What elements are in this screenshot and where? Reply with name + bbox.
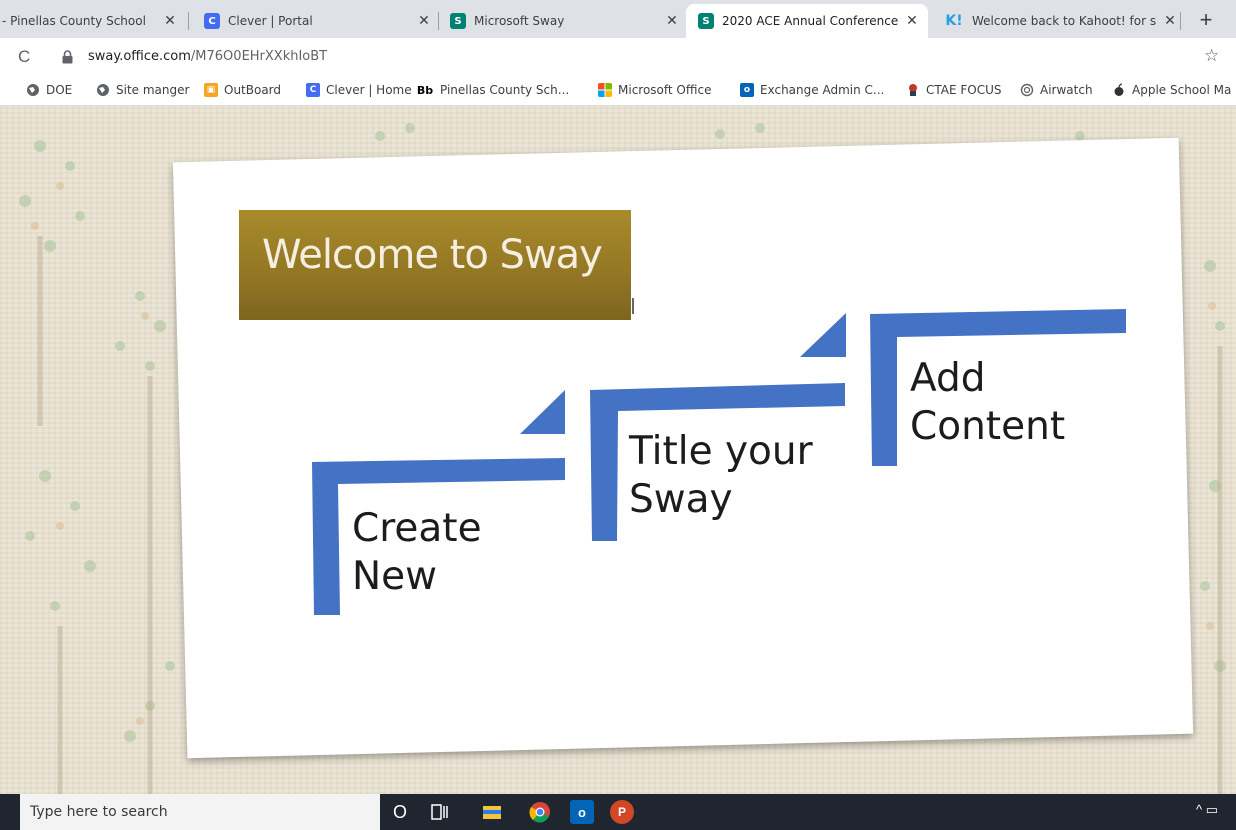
slide-title[interactable]: Welcome to Sway — [262, 232, 603, 278]
tab-separator — [1180, 12, 1181, 30]
file-explorer-icon[interactable] — [480, 800, 504, 824]
bookmark-apple-school[interactable]: Apple School Ma — [1112, 83, 1231, 97]
kahoot-icon: K! — [945, 13, 963, 29]
bookmark-clever-home[interactable]: C Clever | Home — [306, 83, 412, 97]
browser-tab-strip: - Pinellas County School ✕ C Clever | Po… — [0, 0, 1236, 38]
url-host: sway.office.com — [88, 49, 191, 64]
bookmark-exchange-admin[interactable]: o Exchange Admin C... — [740, 83, 884, 97]
step2-line1: Title your — [629, 429, 813, 474]
browser-toolbar: C sway.office.com/M76O0EHrXXkhIoBT ☆ — [0, 38, 1236, 78]
sway-icon: S — [450, 13, 466, 29]
tab-clever-portal[interactable]: C Clever | Portal ✕ — [196, 4, 432, 38]
powerpoint-icon[interactable]: P — [610, 800, 634, 824]
network-icon[interactable]: ▭ — [1206, 802, 1218, 817]
tab-title: Clever | Portal — [228, 14, 313, 28]
step1-line2: New — [352, 554, 438, 599]
tab-kahoot[interactable]: K! Welcome back to Kahoot! for s ✕ — [936, 4, 1178, 38]
tab-title: - Pinellas County School — [2, 14, 146, 28]
bookmark-ctae-focus[interactable]: CTAE FOCUS — [906, 83, 1002, 97]
microsoft-icon — [598, 83, 612, 97]
tab-separator — [438, 12, 439, 30]
bookmark-label: DOE — [46, 83, 73, 97]
bookmark-label: Exchange Admin C... — [760, 83, 885, 97]
focus-icon — [909, 84, 917, 96]
apple-icon — [1114, 83, 1124, 96]
chrome-icon[interactable] — [528, 800, 552, 824]
cortana-icon[interactable]: O — [388, 800, 412, 824]
step1-label: Create New — [352, 505, 482, 601]
tab-microsoft-sway[interactable]: S Microsoft Sway ✕ — [442, 4, 680, 38]
outboard-icon: ▣ — [204, 83, 218, 97]
blackboard-icon: Bb — [416, 83, 434, 97]
bookmark-label: Apple School Ma — [1132, 83, 1232, 97]
clever-icon: C — [204, 13, 220, 29]
close-icon[interactable]: ✕ — [1162, 13, 1178, 29]
lock-icon — [62, 50, 73, 64]
globe-icon — [97, 84, 109, 96]
tab-ace-conference[interactable]: S 2020 ACE Annual Conference ✕ — [686, 4, 928, 38]
tab-title: Welcome back to Kahoot! for s — [972, 14, 1157, 28]
url-path: /M76O0EHrXXkhIoBT — [190, 49, 328, 64]
bookmark-star-icon[interactable]: ☆ — [1204, 46, 1219, 66]
bookmark-pinellas[interactable]: Bb Pinellas County Sch... — [416, 83, 569, 97]
bookmark-label: CTAE FOCUS — [926, 83, 1002, 97]
tab-title: 2020 ACE Annual Conference — [722, 14, 899, 28]
airwatch-icon — [1020, 83, 1034, 97]
bookmark-outboard[interactable]: ▣ OutBoard — [204, 83, 281, 97]
new-tab-button[interactable]: + — [1192, 6, 1220, 34]
address-bar[interactable]: sway.office.com/M76O0EHrXXkhIoBT — [88, 49, 327, 64]
windows-taskbar: Type here to search O o P ^ ▭ — [0, 794, 1236, 830]
tab-separator — [188, 12, 189, 30]
clever-icon: C — [306, 83, 320, 97]
task-view-icon[interactable] — [428, 800, 452, 824]
step3-line1: Add — [910, 356, 986, 401]
close-icon[interactable]: ✕ — [664, 13, 680, 29]
bookmark-microsoft-office[interactable]: Microsoft Office — [598, 83, 711, 97]
bookmarks-bar: DOE Site manger ▣ OutBoard C Clever | Ho… — [0, 78, 1236, 106]
reload-icon[interactable]: C — [18, 47, 30, 67]
step1-arrow-icon — [520, 390, 565, 434]
close-icon[interactable]: ✕ — [904, 13, 920, 29]
close-icon[interactable]: ✕ — [162, 13, 178, 29]
bookmark-label: Site manger — [116, 83, 190, 97]
step3-line2: Content — [910, 404, 1066, 449]
bookmark-doe[interactable]: DOE — [26, 83, 72, 97]
outlook-icon[interactable]: o — [570, 800, 594, 824]
bookmark-label: Airwatch — [1040, 83, 1093, 97]
step3-label: Add Content — [910, 355, 1065, 451]
step2-line2: Sway — [629, 477, 733, 522]
bookmark-label: Pinellas County Sch... — [440, 83, 570, 97]
step2-arrow-icon — [800, 313, 846, 357]
bookmark-label: Clever | Home — [326, 83, 412, 97]
taskbar-search-input[interactable]: Type here to search — [20, 794, 380, 830]
system-tray: ^ ▭ — [1196, 802, 1218, 818]
step1-line1: Create — [352, 506, 482, 551]
tray-chevron-icon[interactable]: ^ — [1196, 802, 1202, 817]
bookmark-label: OutBoard — [224, 83, 282, 97]
bookmark-label: Microsoft Office — [618, 83, 712, 97]
step2-label: Title your Sway — [629, 428, 813, 524]
bookmark-site-manger[interactable]: Site manger — [96, 83, 189, 97]
outlook-icon: o — [740, 83, 754, 97]
tab-title: Microsoft Sway — [474, 14, 565, 28]
sway-icon: S — [698, 13, 714, 29]
bookmark-airwatch[interactable]: Airwatch — [1020, 83, 1093, 97]
tab-pinellas[interactable]: - Pinellas County School ✕ — [0, 4, 178, 38]
close-icon[interactable]: ✕ — [416, 13, 432, 29]
globe-icon — [27, 84, 39, 96]
